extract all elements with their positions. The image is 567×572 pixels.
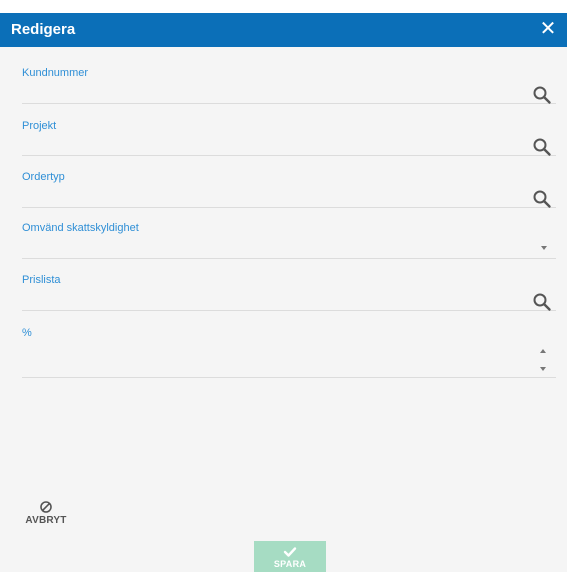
omvand-skattskyldighet-select[interactable]: [22, 238, 512, 256]
field-kundnummer: Kundnummer: [22, 67, 556, 104]
field-label-omvand-skattskyldighet: Omvänd skattskyldighet: [22, 222, 139, 234]
cancel-button[interactable]: AVBRYT: [21, 500, 71, 530]
spinner-down-icon[interactable]: [539, 366, 547, 372]
percent-input[interactable]: [22, 357, 512, 375]
kundnummer-input[interactable]: [22, 83, 512, 101]
field-label-percent: %: [22, 327, 32, 339]
checkmark-icon: [283, 547, 297, 557]
spinner-up-icon[interactable]: [539, 348, 547, 354]
dialog-title: Redigera: [11, 21, 76, 38]
field-label-prislista: Prislista: [22, 274, 61, 286]
prislista-input[interactable]: [22, 290, 512, 308]
search-icon[interactable]: [532, 137, 552, 157]
field-projekt: Projekt: [22, 120, 556, 156]
field-label-kundnummer: Kundnummer: [22, 67, 89, 79]
field-prislista: Prislista: [22, 274, 556, 311]
dropdown-caret-icon[interactable]: [539, 244, 549, 252]
field-label-ordertyp: Ordertyp: [22, 171, 65, 183]
save-button-label: SPARA: [273, 559, 307, 569]
field-ordertyp: Ordertyp: [22, 171, 556, 208]
field-percent: %: [22, 327, 556, 378]
dialog-header: Redigera ✕: [0, 13, 567, 47]
projekt-input[interactable]: [22, 135, 512, 153]
top-strip: [0, 0, 567, 13]
field-omvand-skattskyldighet: Omvänd skattskyldighet: [22, 222, 556, 259]
ordertyp-input[interactable]: [22, 187, 512, 205]
search-icon[interactable]: [532, 85, 552, 105]
search-icon[interactable]: [532, 292, 552, 312]
cancel-button-label: AVBRYT: [25, 515, 67, 526]
save-button[interactable]: SPARA: [254, 541, 326, 572]
close-icon[interactable]: ✕: [537, 17, 559, 41]
ban-icon: [40, 501, 52, 513]
field-label-projekt: Projekt: [22, 120, 57, 132]
edit-dialog: Redigera ✕ Kundnummer Projekt Ordertyp O…: [0, 0, 567, 572]
search-icon[interactable]: [532, 189, 552, 209]
